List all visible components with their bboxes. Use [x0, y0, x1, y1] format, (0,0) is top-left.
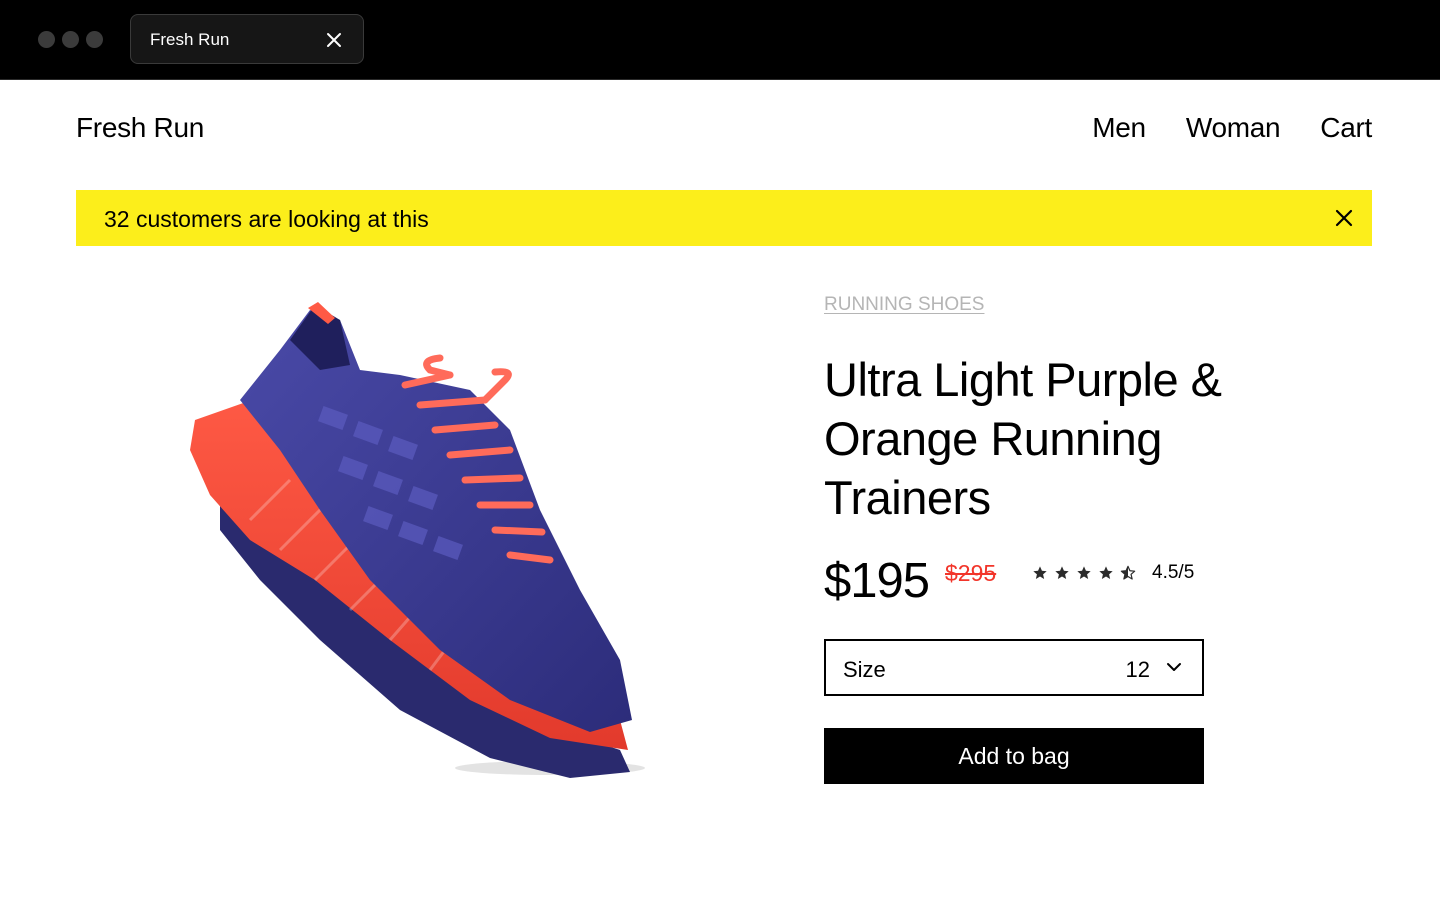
- product-title: Ultra Light Purple & Orange Running Trai…: [824, 353, 1222, 524]
- close-icon[interactable]: [1334, 208, 1354, 228]
- star-icon: [1055, 566, 1069, 579]
- nav-men-link[interactable]: Men: [1092, 112, 1146, 144]
- product-rating: 4.5/5: [1032, 562, 1194, 584]
- rating-text: 4.5/5: [1152, 562, 1195, 583]
- window-minimize-dot[interactable]: [62, 31, 79, 48]
- size-dropdown[interactable]: Size 12: [824, 639, 1204, 696]
- star-half-icon: [1120, 565, 1136, 580]
- close-icon[interactable]: [325, 31, 343, 49]
- tab-title: Fresh Run: [150, 30, 230, 49]
- star-icon: [1033, 566, 1047, 579]
- size-label: Size: [843, 657, 886, 682]
- main-nav: Men Woman Cart: [1092, 112, 1372, 144]
- browser-tab[interactable]: Fresh Run: [130, 14, 364, 64]
- product-price: $195: [824, 554, 930, 608]
- running-shoe-image: [190, 302, 645, 778]
- viewers-banner: 32 customers are looking at this: [76, 190, 1372, 246]
- size-value: 12: [1125, 657, 1150, 682]
- nav-woman-link[interactable]: Woman: [1186, 112, 1281, 144]
- star-icon: [1099, 566, 1113, 579]
- window-close-dot[interactable]: [38, 31, 55, 48]
- browser-chrome: Fresh Run: [0, 0, 1440, 80]
- add-to-bag-button[interactable]: Add to bag: [824, 728, 1204, 784]
- category-link[interactable]: RUNNING SHOES: [824, 294, 984, 316]
- original-price: $295: [945, 560, 997, 586]
- star-icon: [1077, 566, 1091, 579]
- window-maximize-dot[interactable]: [86, 31, 103, 48]
- chevron-down-icon: [1167, 663, 1181, 671]
- nav-cart-link[interactable]: Cart: [1320, 112, 1372, 144]
- brand-logo[interactable]: Fresh Run: [76, 112, 204, 144]
- window-controls: [38, 31, 103, 48]
- banner-text: 32 customers are looking at this: [104, 206, 429, 232]
